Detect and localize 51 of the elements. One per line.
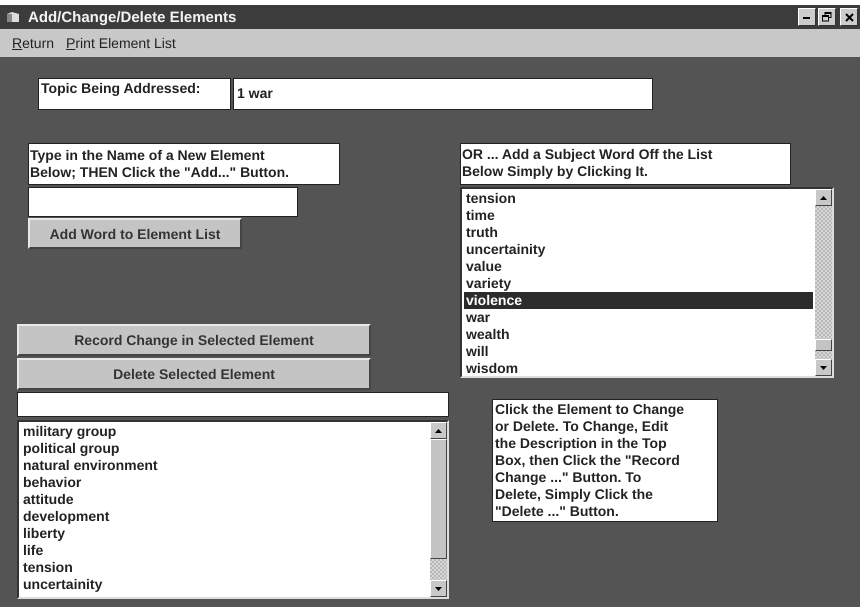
list-item[interactable]: tension (21, 559, 428, 576)
list-item[interactable]: natural environment (21, 457, 428, 474)
list-item[interactable]: value (464, 258, 813, 275)
window-title: Add/Change/Delete Elements (28, 8, 238, 26)
list-item[interactable]: will (464, 343, 813, 360)
scroll-up-button[interactable] (815, 189, 832, 206)
restore-icon (822, 12, 832, 22)
scroll-thumb[interactable] (815, 339, 832, 351)
minimize-icon (803, 16, 811, 18)
list-item[interactable]: development (21, 508, 428, 525)
instructions-text: OR ... Add a Subject Word Off the List Below Simply by Clicking It. (460, 143, 791, 185)
input-field[interactable] (17, 392, 449, 417)
topic-field: 1 war (233, 78, 653, 110)
scroll-up-button[interactable] (430, 422, 447, 439)
list-item[interactable]: uncertainity (464, 241, 813, 258)
list-item[interactable]: life (21, 542, 428, 559)
down-arrow-icon (435, 586, 442, 590)
scroll-thumb[interactable] (430, 439, 447, 559)
menu-item[interactable]: Print Element List (66, 35, 176, 51)
restore-button[interactable] (818, 8, 836, 26)
scroll-down-button[interactable] (430, 580, 447, 597)
list-item[interactable]: wealth (464, 326, 813, 343)
up-arrow-icon (435, 428, 442, 432)
list-item[interactable]: variety (464, 275, 813, 292)
list-item[interactable]: political group (21, 440, 428, 457)
record-change-button[interactable]: Record Change in Selected Element (17, 324, 371, 356)
window-icon (6, 11, 20, 23)
list-item[interactable]: behavior (21, 474, 428, 491)
help-text: Click the Element to Change or Delete. To Change, Edit the Description in the Top Box, then Click the "Record Change ..." Button. To Delete, Simply Click the "Delete ..." Button. (492, 399, 718, 522)
list-item[interactable]: military group (21, 423, 428, 440)
up-arrow-icon (820, 196, 827, 200)
list-item[interactable]: liberty (21, 525, 428, 542)
list-item[interactable]: time (464, 207, 813, 224)
list-item[interactable]: violence (464, 292, 813, 309)
delete-button[interactable]: Delete Selected Element (17, 358, 371, 390)
down-arrow-icon (820, 366, 827, 370)
list-item[interactable]: war (464, 309, 813, 326)
instructions-text: Type in the Name of a New Element Below; THEN Click the "Add..." Button. (28, 143, 340, 185)
scroll-down-button[interactable] (815, 359, 832, 376)
list-item[interactable]: wisdom (464, 360, 813, 377)
minimize-button[interactable] (798, 8, 816, 26)
add-word-button[interactable]: Add Word to Element List (28, 218, 242, 249)
list-item[interactable]: attitude (21, 491, 428, 508)
list-item[interactable]: tension (464, 190, 813, 207)
topic-label: Topic Being Addressed: (38, 78, 231, 110)
list-item[interactable]: truth (464, 224, 813, 241)
list-item[interactable]: uncertainity (21, 576, 428, 593)
menu-item[interactable]: Return (12, 35, 54, 51)
close-button[interactable] (840, 8, 858, 26)
input-field[interactable] (28, 187, 298, 217)
close-icon (844, 12, 854, 22)
